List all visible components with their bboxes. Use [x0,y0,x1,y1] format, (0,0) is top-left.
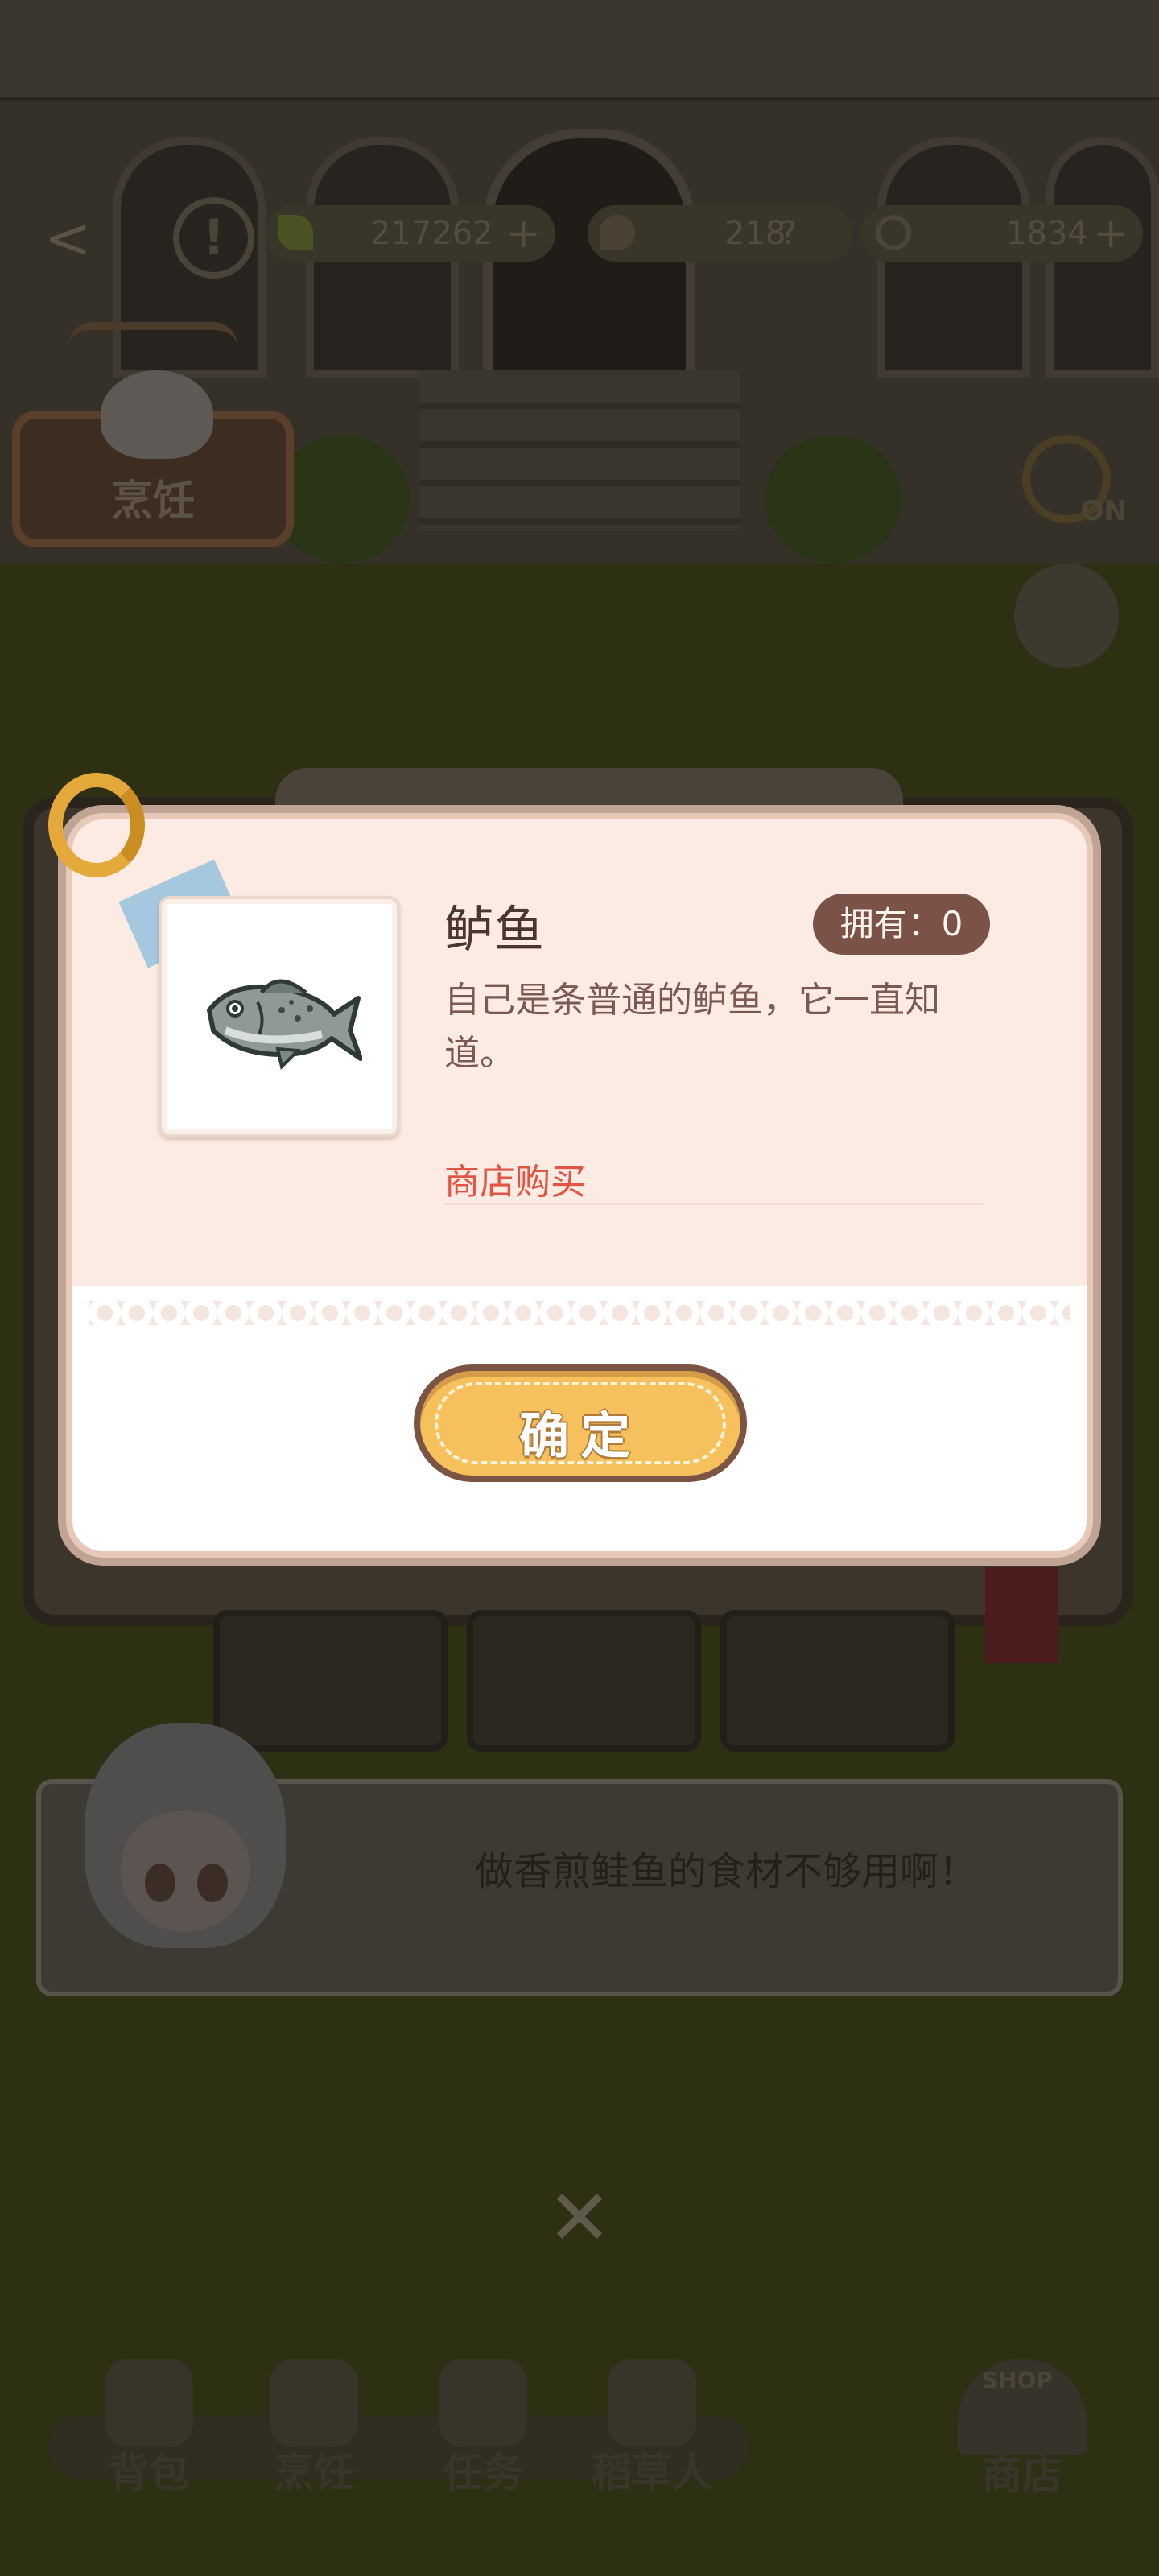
shop-link-divider [444,1203,984,1205]
girl-eye [145,1864,175,1902]
leaf-currency-value: 217262 [370,215,493,252]
top-hud: < ! 217262 + 218 ? 1834 + [0,189,1159,279]
cooking-sign[interactable]: 烹饪 [12,322,294,555]
girl-face [121,1811,250,1932]
nav-shop[interactable]: SHOP 商店 [926,2359,1119,2499]
girl-eye [197,1864,228,1902]
item-name: 鲈鱼 [444,900,545,959]
nav-shop-label: 商店 [982,2452,1062,2499]
hint-text: 做香煎鲑鱼的食材不够用啊！ [475,1849,978,1894]
confirm-button-label: 确定 [518,1406,641,1465]
building-eave [0,0,1159,101]
shop-sign-tag: SHOP [982,2367,1053,2393]
nav-scarecrow[interactable]: 稻草人 [584,2351,720,2496]
item-description: 自己是条普通的鲈鱼，它一直知道。 [444,980,940,1074]
nav-tasks-label: 任务 [443,2450,523,2496]
nav-backpack[interactable]: 背包 [80,2351,217,2496]
cooking-icon [270,2359,358,2447]
timer-on-label: ON [1080,495,1127,527]
ring-clip-icon [48,773,145,877]
scarecrow-icon [608,2359,696,2447]
coin-currency-value: 1834 [1006,215,1088,252]
cooking-sign-label: 烹饪 [110,477,195,526]
girl-avatar [76,1723,294,1956]
gem-currency-value: 218 [724,215,786,252]
back-arrow-icon[interactable]: < [44,205,92,271]
shop-buy-link[interactable]: 商店购买 [444,1153,586,1204]
help-icon[interactable]: ? [780,205,797,262]
nav-scarecrow-label: 稻草人 [592,2450,712,2496]
tasks-icon [439,2359,527,2447]
bush [765,435,901,564]
close-icon[interactable]: ✕ [543,2179,616,2256]
leaf-currency-pill: 217262 + [266,205,555,262]
ingredient-slot[interactable] [467,1610,701,1752]
sign-rope [68,322,237,346]
gem-currency-pill: 218 ? [588,205,853,262]
nav-backpack-label: 背包 [109,2450,189,2496]
ingredient-slot[interactable] [720,1610,955,1752]
dish-icon [101,370,213,459]
coin-currency-pill: 1834 + [861,205,1143,262]
add-coin-button[interactable]: + [1093,205,1128,262]
building-steps [419,370,740,531]
fish-icon [207,979,362,1070]
nav-cooking-label: 烹饪 [274,2450,354,2496]
bush [274,435,410,564]
nav-tasks[interactable]: 任务 [415,2351,551,2496]
owned-count-badge: 拥有：0 [813,894,990,955]
info-icon[interactable]: ! [173,197,254,279]
dialog-wave-divider [89,1301,1070,1325]
gem-icon [600,215,635,250]
nav-cooking[interactable]: 烹饪 [245,2351,382,2496]
chef-avatar-icon[interactable] [1014,564,1119,668]
leaf-icon [278,215,313,250]
confirm-button[interactable]: 确定 [414,1364,747,1482]
coin-icon [876,215,911,250]
add-leaf-button[interactable]: + [505,205,541,262]
bookmark-ribbon [985,1567,1058,1663]
backpack-icon [105,2359,193,2447]
